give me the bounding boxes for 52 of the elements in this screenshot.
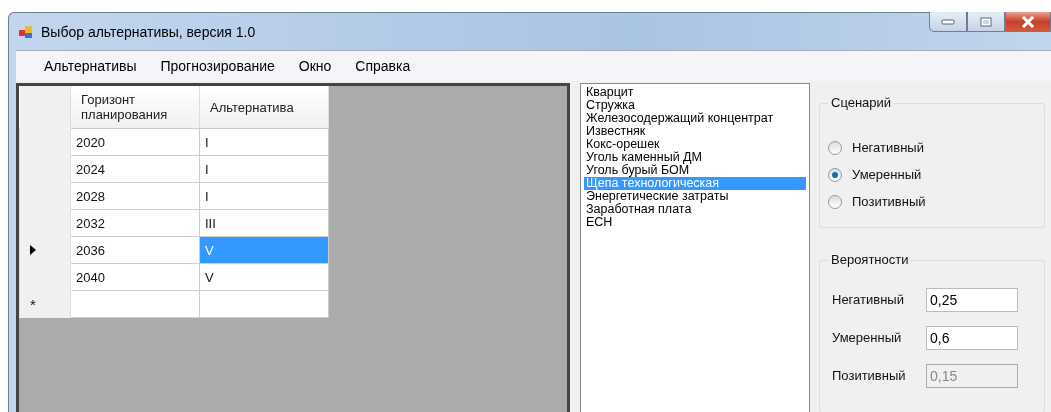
list-item[interactable]: Известняк [584, 125, 806, 138]
app-icon [19, 24, 33, 39]
radio-label: Умеренный [852, 167, 922, 182]
table-cell: 2036 [70, 236, 200, 264]
field-label: Позитивный [832, 368, 907, 384]
radio-button[interactable] [828, 140, 842, 155]
table-cell: III [199, 209, 329, 237]
list-item[interactable]: Стружка [584, 99, 806, 112]
table-cell: I [199, 128, 329, 156]
list-item[interactable]: Уголь бурый БОМ [584, 164, 806, 177]
table-cell: 2032 [70, 209, 200, 237]
menu-item[interactable]: Справка [343, 58, 423, 74]
window-title: Выбор альтернативы, версия 1.0 [41, 23, 256, 40]
maximize-icon [980, 16, 992, 27]
list-item[interactable]: Энергетические затраты [584, 190, 806, 203]
minimize-icon [941, 18, 955, 25]
current-row-icon [30, 244, 36, 255]
close-icon [1021, 15, 1035, 28]
maximize-button[interactable] [967, 12, 1005, 32]
close-button[interactable] [1005, 12, 1051, 32]
table-cell: 2040 [70, 263, 200, 291]
radio-button[interactable] [828, 167, 842, 182]
new-row-marker: * [30, 295, 36, 313]
table-cell: I [199, 182, 329, 210]
list-item[interactable]: Уголь каменный ДМ [584, 151, 806, 164]
field-label: Негативный [832, 292, 905, 308]
radio-label: Негативный [852, 140, 924, 155]
list-item[interactable]: Железосодержащий концентрат [584, 112, 806, 125]
table-cell: V [199, 236, 329, 264]
list-item[interactable]: Заработная плата [584, 203, 806, 216]
input-field[interactable]: 0,6 [926, 325, 1018, 350]
menu-item[interactable]: Прогнозирование [148, 58, 287, 74]
group-title: Сценарий [828, 95, 895, 110]
column-header[interactable]: Горизонт планирования [70, 86, 200, 129]
menu-item[interactable]: Альтернативы [32, 58, 149, 74]
minimize-button[interactable] [929, 12, 967, 32]
radio-button[interactable] [828, 194, 842, 209]
table-cell: 2020 [70, 128, 200, 156]
column-header[interactable]: Альтернатива [199, 86, 329, 129]
field-label: Умеренный [832, 330, 903, 346]
table-cell: I [199, 155, 329, 183]
table-cell: V [199, 263, 329, 291]
table-cell: 2024 [70, 155, 200, 183]
menu-item[interactable]: Окно [286, 58, 344, 74]
list-item[interactable]: Кокс-орешек [584, 138, 806, 151]
list-item[interactable]: Кварцит [584, 86, 806, 99]
table-cell: 2028 [70, 182, 200, 210]
input-field[interactable]: 0,25 [926, 287, 1018, 312]
row-header[interactable]: * [19, 290, 71, 318]
header-corner [19, 86, 71, 129]
list-item[interactable]: ЕСН [584, 216, 806, 229]
radio-label: Позитивный [852, 194, 926, 209]
